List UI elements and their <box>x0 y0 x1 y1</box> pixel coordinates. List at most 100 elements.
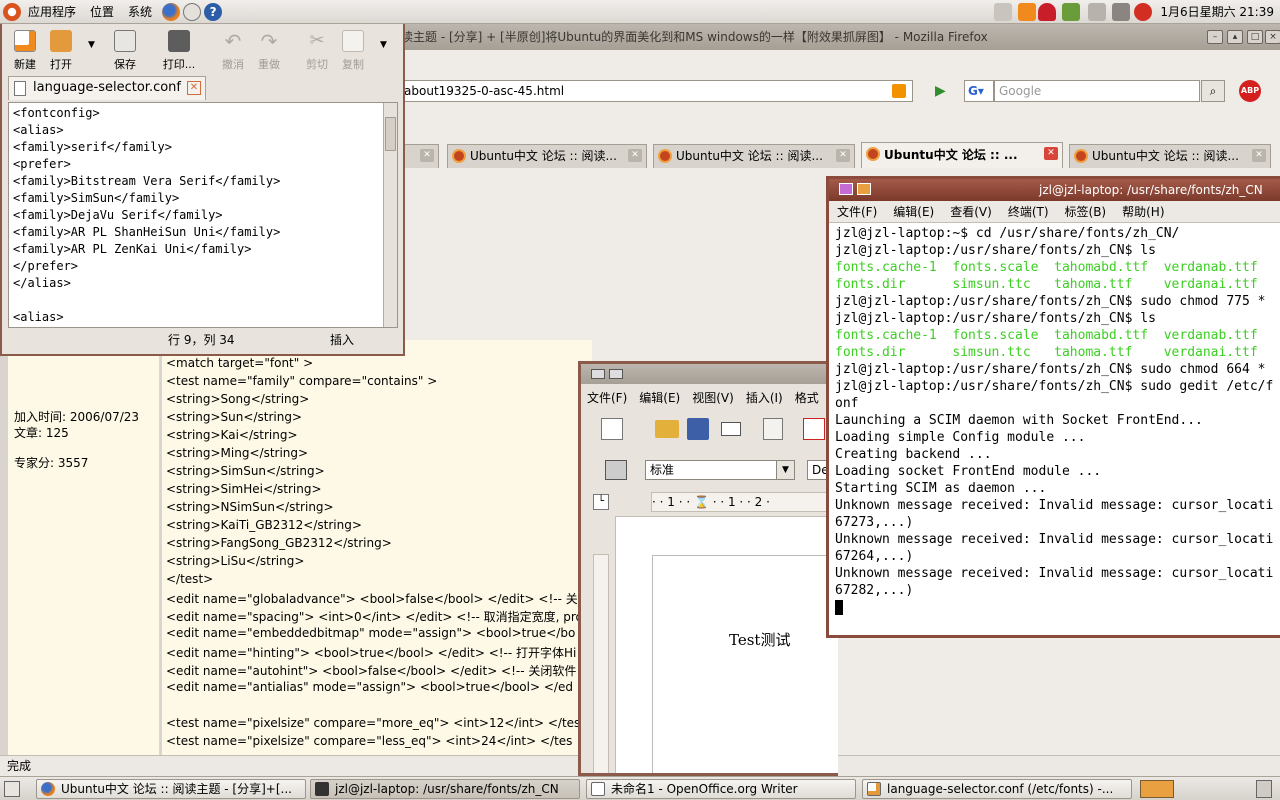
drive-icon[interactable] <box>1088 3 1106 21</box>
text-editor[interactable]: <fontconfig> <alias> <family>serif</fami… <box>8 102 398 328</box>
print-button[interactable]: 打印... <box>158 28 200 74</box>
google-engine-icon[interactable]: G▾ <box>964 80 994 102</box>
taskbar-gedit[interactable]: language-selector.conf (/etc/fonts) -... <box>862 779 1132 799</box>
taskbar-terminal[interactable]: jzl@jzl-laptop: /usr/share/fonts/zh_CN <box>310 779 580 799</box>
taskbar-writer[interactable]: 未命名1 - OpenOffice.org Writer <box>586 779 856 799</box>
save-icon[interactable] <box>687 418 709 440</box>
window-menu-icon[interactable] <box>591 369 605 379</box>
tab-close-icon[interactable]: ✕ <box>1044 147 1058 160</box>
terminal-line: Unknown message received: Invalid messag… <box>835 566 1274 581</box>
menu-view[interactable]: 查看(V) <box>942 203 1000 220</box>
document-page[interactable] <box>615 516 838 773</box>
open-folder-icon[interactable] <box>655 420 679 438</box>
tab-2[interactable]: Ubuntu中文 论坛 :: 阅读... ✕ <box>653 144 855 168</box>
adblock-icon[interactable]: ABP <box>1239 80 1261 102</box>
network-icon[interactable] <box>994 3 1012 21</box>
copy-button[interactable]: 复制 <box>334 28 372 74</box>
menu-format[interactable]: 格式 <box>789 389 825 406</box>
rss-icon[interactable] <box>892 84 906 98</box>
help-launcher-icon[interactable]: ? <box>204 2 223 21</box>
user-score: 专家分: 3557 <box>14 456 89 470</box>
minimize-button[interactable]: – <box>1207 30 1223 44</box>
horizontal-ruler[interactable]: · · 1 · · ⌛ · · 1 · · 2 · <box>651 492 838 512</box>
url-field[interactable]: /about19325-0-asc-45.html <box>395 80 913 102</box>
tab-close-icon[interactable]: ✕ <box>420 149 434 162</box>
menu-applications[interactable]: 应用程序 <box>21 0 83 24</box>
search-button-icon[interactable]: ⌕ <box>1201 80 1225 102</box>
code-line: <string>SimSun</string> <box>166 464 325 478</box>
menu-system[interactable]: 系统 <box>121 0 159 24</box>
undo-button[interactable]: ↶ 撤消 <box>214 28 252 74</box>
code-line: <string>LiSu</string> <box>166 554 305 568</box>
tab-3-active[interactable]: Ubuntu中文 论坛 :: ... ✕ <box>861 142 1063 168</box>
taskbar-firefox[interactable]: Ubuntu中文 论坛 :: 阅读主题 - [分享]+[... <box>36 779 306 799</box>
scrollbar-thumb[interactable] <box>385 117 396 151</box>
document-text[interactable]: Test测试 <box>729 629 790 650</box>
code-line: <string>SimHei</string> <box>166 482 322 496</box>
mail-launcher-icon[interactable] <box>183 2 202 21</box>
close-button[interactable]: × <box>1265 30 1280 44</box>
terminal-line: Starting SCIM as daemon ... <box>835 481 1047 496</box>
open-button[interactable]: 打开 <box>42 28 80 74</box>
ruby-icon[interactable] <box>1038 3 1056 21</box>
firefox-launcher-icon[interactable] <box>162 2 181 21</box>
tab-close-icon[interactable]: ✕ <box>187 81 201 95</box>
ubuntu-favicon-icon <box>1074 149 1088 163</box>
new-document-icon[interactable] <box>601 418 623 440</box>
document-tab[interactable]: language-selector.conf ✕ <box>8 76 206 100</box>
show-desktop-icon[interactable] <box>4 781 20 797</box>
maximize-button[interactable]: □ <box>1247 30 1263 44</box>
terminal-line: fonts.cache-1 fonts.scale tahomabd.ttf v… <box>835 260 1258 275</box>
email-icon[interactable] <box>721 422 741 436</box>
toolbar-overflow-chevron-down-icon[interactable]: ▼ <box>380 40 387 50</box>
edit-document-icon[interactable] <box>763 418 783 440</box>
menu-terminal[interactable]: 终端(T) <box>1000 203 1057 220</box>
paragraph-style-select[interactable]: 标准 ▼ <box>645 460 795 480</box>
tab-close-icon[interactable]: ✕ <box>1252 149 1266 162</box>
open-recent-chevron-down-icon[interactable]: ▼ <box>88 40 95 50</box>
ubuntu-logo-icon[interactable] <box>3 2 21 21</box>
vertical-scrollbar[interactable] <box>383 103 397 327</box>
menu-file[interactable]: 文件(F) <box>581 389 633 406</box>
update-icon[interactable] <box>1018 3 1036 21</box>
menu-view[interactable]: 视图(V) <box>686 389 740 406</box>
styles-icon[interactable] <box>605 460 627 480</box>
menu-places[interactable]: 位置 <box>83 0 121 24</box>
menu-file[interactable]: 文件(F) <box>829 203 885 220</box>
tab-label: Ubuntu中文 论坛 :: 阅读... <box>676 149 823 163</box>
code-line: <string>FangSong_GB2312</string> <box>166 536 392 550</box>
tab-stop-icon[interactable]: └ <box>593 494 609 510</box>
menu-help[interactable]: 帮助(H) <box>1114 203 1172 220</box>
window-pin-icon[interactable] <box>609 369 623 379</box>
redo-button[interactable]: ↷ 重做 <box>250 28 288 74</box>
save-label: 保存 <box>114 58 136 71</box>
power-icon[interactable] <box>1134 3 1152 21</box>
new-button[interactable]: 新建 <box>6 28 44 74</box>
vertical-ruler[interactable] <box>593 554 609 773</box>
shade-button[interactable]: ▴ <box>1227 30 1243 44</box>
menu-edit[interactable]: 编辑(E) <box>633 389 686 406</box>
terminal-output[interactable]: jzl@jzl-laptop:~$ cd /usr/share/fonts/zh… <box>835 225 1280 635</box>
search-field[interactable]: Google <box>994 80 1200 102</box>
go-icon[interactable]: ▶ <box>935 83 951 99</box>
tab-4[interactable]: Ubuntu中文 论坛 :: 阅读... ✕ <box>1069 144 1271 168</box>
workspace-switcher[interactable] <box>1140 780 1174 798</box>
tab-close-icon[interactable]: ✕ <box>628 149 642 162</box>
window-pin-icon[interactable] <box>857 183 871 195</box>
firefox-title-bar: 读主题 - [分享] + [半原创]将Ubuntu的界面美化到和MS windo… <box>395 24 1280 50</box>
menu-insert[interactable]: 插入(I) <box>740 389 789 406</box>
menu-edit[interactable]: 编辑(E) <box>885 203 942 220</box>
tab-1[interactable]: Ubuntu中文 论坛 :: 阅读... ✕ <box>447 144 647 168</box>
export-pdf-icon[interactable] <box>803 418 825 440</box>
top-panel: 应用程序 位置 系统 ? 1月6日星期六 21:39 <box>0 0 1280 24</box>
menu-tabs[interactable]: 标签(B) <box>1057 203 1115 220</box>
gedit-icon <box>867 782 881 796</box>
tab-close-icon[interactable]: ✕ <box>836 149 850 162</box>
trash-icon[interactable] <box>1256 780 1272 798</box>
save-button[interactable]: 保存 <box>106 28 144 74</box>
cut-button[interactable]: ✂ 剪切 <box>298 28 336 74</box>
battery-icon[interactable] <box>1062 3 1080 21</box>
volume-icon[interactable] <box>1112 3 1130 21</box>
clock[interactable]: 1月6日星期六 21:39 <box>1160 0 1274 24</box>
window-menu-icon[interactable] <box>839 183 853 195</box>
